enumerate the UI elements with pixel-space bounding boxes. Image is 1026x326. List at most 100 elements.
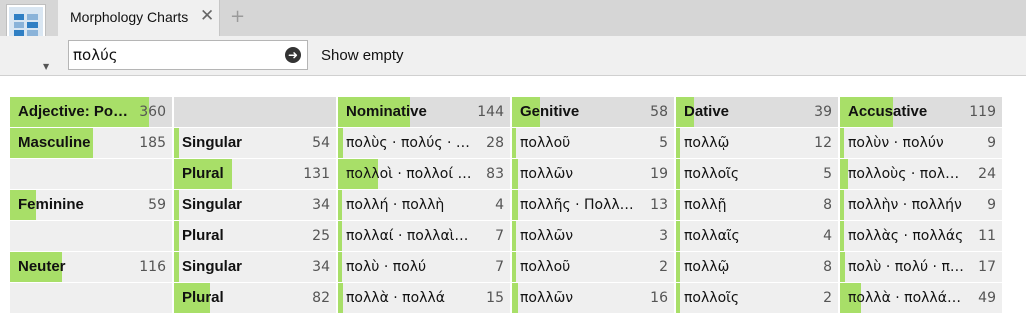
cell-count: 4 — [495, 197, 504, 213]
cell-count: 83 — [486, 166, 504, 182]
gender-feminine[interactable]: Feminine 59 — [10, 190, 172, 220]
form-cell[interactable]: πολλὴν · πολλήν 9 — [840, 190, 1002, 220]
cell-count: 8 — [823, 197, 832, 213]
cell-label: Plural — [182, 289, 224, 306]
frequency-bar — [676, 128, 680, 158]
form-cell[interactable]: πολὺ · πολύ 7 — [338, 252, 510, 282]
form-cell[interactable]: πολὺς · πολύς · πλ… 28 — [338, 128, 510, 158]
frequency-bar — [338, 221, 342, 251]
form-cell[interactable]: πολλαί · πολλαὶ · … 7 — [338, 221, 510, 251]
cell-count: 9 — [987, 197, 996, 213]
cell-count: 144 — [477, 104, 504, 120]
frequency-bar — [676, 159, 680, 189]
frequency-bar — [676, 221, 680, 251]
cell-label: Dative — [684, 103, 730, 120]
cell-label: πολλαί · πολλαὶ · … — [346, 228, 472, 244]
cell-count: 5 — [659, 135, 668, 151]
form-cell[interactable]: πολλοῖς 2 — [676, 283, 838, 313]
header-case-accusative[interactable]: Accusative 119 — [840, 97, 1002, 127]
form-cell[interactable]: πολλοῦ 2 — [512, 252, 674, 282]
number-singular[interactable]: Singular 34 — [174, 190, 336, 220]
gender-neuter[interactable]: Neuter 116 — [10, 252, 172, 282]
cell-count: 19 — [650, 166, 668, 182]
form-cell[interactable]: πολλὰ · πολλά · … 49 — [840, 283, 1002, 313]
header-case-dative[interactable]: Dative 39 — [676, 97, 838, 127]
number-plural[interactable]: Plural 82 — [174, 283, 336, 313]
cell-label: πολλῶν — [520, 290, 574, 306]
form-cell[interactable]: πολλῆς · Πολλῆς 13 — [512, 190, 674, 220]
form-cell[interactable]: πολλῶν 19 — [512, 159, 674, 189]
frequency-bar — [512, 159, 518, 189]
cell-label: Neuter — [18, 258, 66, 275]
cell-label: πολὺ · πολύ — [346, 259, 427, 275]
frequency-bar — [338, 252, 342, 282]
header-case-nominative[interactable]: Nominative 144 — [338, 97, 510, 127]
form-cell[interactable]: πολλοὶ · πολλοί · … 83 — [338, 159, 510, 189]
cell-count: 58 — [650, 104, 668, 120]
cell-count: 4 — [823, 228, 832, 244]
form-cell[interactable]: πολλῶν 16 — [512, 283, 674, 313]
cell-label: πολλοῦ — [520, 135, 571, 151]
cell-label: Masculine — [18, 134, 91, 151]
frequency-bar — [338, 190, 342, 220]
frequency-bar — [676, 283, 680, 313]
number-plural[interactable]: Plural 25 — [174, 221, 336, 251]
cell-label: πολλῇ — [684, 197, 727, 213]
form-cell[interactable]: πολλοῦ 5 — [512, 128, 674, 158]
cell-count: 116 — [139, 259, 166, 275]
number-singular[interactable]: Singular 34 — [174, 252, 336, 282]
header-root[interactable]: Adjective: Posit… 360 — [10, 97, 172, 127]
frequency-bar — [512, 190, 518, 220]
frequency-bar — [174, 128, 179, 158]
form-cell[interactable]: πολλῷ 12 — [676, 128, 838, 158]
frequency-bar — [512, 252, 516, 282]
tab-morphology-charts[interactable]: Morphology Charts ✕ — [58, 0, 220, 36]
cell-count: 54 — [312, 135, 330, 151]
cell-label: Plural — [182, 165, 224, 182]
header-case-genitive[interactable]: Genitive 58 — [512, 97, 674, 127]
cell-label: πολλὴν · πολλήν — [848, 197, 962, 213]
close-icon[interactable]: ✕ — [200, 6, 214, 26]
form-cell[interactable]: πολλοῖς 5 — [676, 159, 838, 189]
cell-count: 11 — [978, 228, 996, 244]
gender-blank[interactable] — [10, 159, 172, 189]
form-cell[interactable]: πολλῶν 3 — [512, 221, 674, 251]
cell-label: πολλῆς · Πολλῆς — [520, 197, 636, 213]
frequency-bar — [676, 190, 680, 220]
cell-label: πολλὰ · πολλά — [346, 290, 445, 306]
search-input[interactable] — [73, 44, 273, 66]
cell-count: 13 — [650, 197, 668, 213]
gender-blank[interactable] — [10, 221, 172, 251]
cell-label: πολλαῖς — [684, 228, 740, 244]
gender-blank[interactable] — [10, 283, 172, 313]
form-cell[interactable]: πολὺν · πολύν 9 — [840, 128, 1002, 158]
frequency-bar — [840, 128, 844, 158]
grid-icon — [14, 14, 38, 36]
arrow-right-circle-icon[interactable]: ➜ — [285, 47, 301, 63]
header-blank[interactable] — [174, 97, 336, 127]
number-singular[interactable]: Singular 54 — [174, 128, 336, 158]
number-plural[interactable]: Plural 131 — [174, 159, 336, 189]
plus-icon[interactable]: + — [230, 6, 245, 27]
gender-masculine[interactable]: Masculine 185 — [10, 128, 172, 158]
form-cell[interactable]: πολλοὺς · πολλούς 24 — [840, 159, 1002, 189]
cell-label: πολλῷ — [684, 135, 730, 151]
cell-count: 12 — [814, 135, 832, 151]
form-cell[interactable]: πολλὰς · πολλάς 11 — [840, 221, 1002, 251]
cell-label: πολὺν · πολύν — [848, 135, 944, 151]
form-cell[interactable]: πολλῷ 8 — [676, 252, 838, 282]
form-cell[interactable]: πολλαῖς 4 — [676, 221, 838, 251]
cell-label: πολλή · πολλὴ — [346, 197, 445, 213]
cell-label: πολλοῖς — [684, 290, 740, 306]
cell-count: 7 — [495, 228, 504, 244]
cell-count: 131 — [303, 166, 330, 182]
cell-count: 17 — [978, 259, 996, 275]
chevron-down-icon[interactable]: ▼ — [43, 62, 49, 71]
cell-label: πολλῶν — [520, 228, 574, 244]
form-cell[interactable]: πολλῇ 8 — [676, 190, 838, 220]
form-cell[interactable]: πολὺ · πολύ · πλ… 17 — [840, 252, 1002, 282]
form-cell[interactable]: πολλὰ · πολλά 15 — [338, 283, 510, 313]
cell-count: 24 — [978, 166, 996, 182]
form-cell[interactable]: πολλή · πολλὴ 4 — [338, 190, 510, 220]
show-empty-toggle[interactable]: Show empty — [321, 47, 404, 64]
